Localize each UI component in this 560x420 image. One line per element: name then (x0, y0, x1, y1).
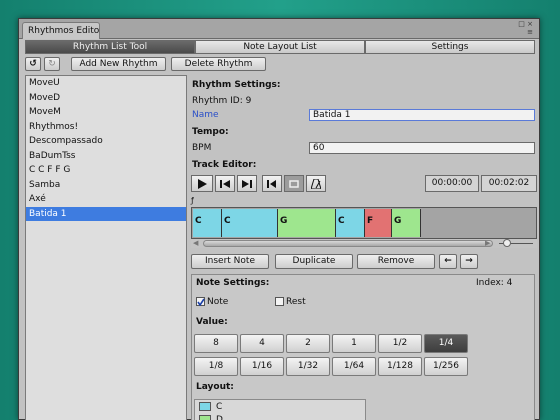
color-swatch (199, 402, 211, 411)
tab-rhythm-list-tool[interactable]: Rhythm List Tool (25, 40, 195, 54)
redo-button[interactable]: ↻ (44, 57, 60, 71)
rhythmos-editor-window: Rhythmos Edito □ × ≡ Rhythm List Tool Not… (18, 18, 540, 420)
timeline-note[interactable]: G (392, 209, 421, 237)
window-controls-icon[interactable]: □ × ≡ (518, 20, 533, 36)
checkmark-icon (197, 298, 205, 306)
step-back-button[interactable] (262, 175, 282, 192)
value-button[interactable]: 4 (240, 334, 284, 353)
name-input[interactable]: Batida 1 (309, 109, 535, 121)
rhythm-settings-heading: Rhythm Settings: (192, 80, 281, 90)
layout-heading: Layout: (196, 382, 234, 392)
loop-icon (289, 180, 299, 188)
metronome-button[interactable] (306, 175, 326, 192)
rhythm-list-item[interactable]: C C F F G (26, 163, 186, 178)
layout-item-label: D (216, 415, 223, 420)
note-checkbox[interactable] (196, 297, 205, 306)
note-index: Index: 4 (476, 278, 513, 288)
remove-button[interactable]: Remove (357, 254, 435, 269)
value-button[interactable]: 1/4 (424, 334, 468, 353)
undo-button[interactable]: ↺ (25, 57, 41, 71)
redo-icon: ↻ (48, 59, 56, 69)
track-editor-heading: Track Editor: (192, 160, 257, 170)
play-button[interactable] (191, 175, 213, 192)
zoom-slider-handle[interactable] (503, 239, 511, 247)
skip-back-button[interactable] (215, 175, 235, 192)
value-button[interactable]: 1/8 (194, 357, 238, 376)
note-settings-heading: Note Settings: (196, 278, 270, 288)
rest-checkbox[interactable] (275, 297, 284, 306)
rhythm-list-item[interactable]: Batida 1 (26, 206, 186, 221)
skip-back-icon (220, 180, 230, 188)
value-button[interactable]: 1/128 (378, 357, 422, 376)
tab-settings[interactable]: Settings (365, 40, 535, 54)
timeline-note[interactable]: C (336, 209, 365, 237)
value-button[interactable]: 2 (286, 334, 330, 353)
rhythm-list-item[interactable]: MoveM (26, 105, 186, 120)
timeline-note[interactable]: C (193, 209, 222, 237)
tab-note-layout-list[interactable]: Note Layout List (195, 40, 365, 54)
add-new-rhythm-button[interactable]: Add New Rhythm (71, 57, 166, 71)
rhythm-id-label: Rhythm ID: 9 (192, 96, 252, 106)
value-button[interactable]: 1/32 (286, 357, 330, 376)
delete-rhythm-button[interactable]: Delete Rhythm (171, 57, 266, 71)
value-button[interactable]: 8 (194, 334, 238, 353)
rhythm-list-item[interactable]: Descompassado (26, 134, 186, 149)
rhythm-list-item[interactable]: BaDumTss (26, 149, 186, 164)
rest-checkbox-label: Rest (286, 297, 306, 307)
layout-list: CD (194, 399, 366, 420)
arrow-left-icon: ← (444, 256, 452, 266)
layout-item-label: C (216, 402, 223, 412)
name-label: Name (192, 110, 219, 120)
duplicate-button[interactable]: Duplicate (275, 254, 353, 269)
rhythm-list-item[interactable]: MoveD (26, 91, 186, 106)
rhythm-list-item[interactable]: Axé (26, 192, 186, 207)
skip-forward-button[interactable] (237, 175, 257, 192)
step-back-icon (267, 180, 276, 188)
move-left-button[interactable]: ← (439, 254, 457, 269)
undo-icon: ↺ (29, 59, 37, 69)
value-heading: Value: (196, 317, 228, 327)
note-settings-panel: Note Settings: Index: 4 Note Rest Value:… (191, 274, 535, 420)
bpm-input[interactable]: 60 (309, 142, 535, 154)
color-swatch (199, 415, 211, 420)
track-timeline[interactable]: CCGCFG (191, 207, 537, 239)
layout-item[interactable]: D (195, 413, 365, 420)
layout-item[interactable]: C (195, 400, 365, 413)
value-button[interactable]: 1/256 (424, 357, 468, 376)
timeline-note[interactable]: G (278, 209, 336, 237)
insert-note-button[interactable]: Insert Note (191, 254, 269, 269)
scroll-left-icon[interactable]: ◀ (193, 239, 198, 247)
timeline-note[interactable]: C (222, 209, 278, 237)
play-icon (198, 179, 207, 189)
window-titlebar: Rhythmos Edito □ × ≡ (19, 19, 539, 39)
scroll-right-icon[interactable]: ▶ (485, 239, 490, 247)
value-button[interactable]: 1/16 (240, 357, 284, 376)
loop-button[interactable] (284, 175, 304, 192)
move-right-button[interactable]: → (460, 254, 478, 269)
arrow-right-icon: → (465, 256, 473, 266)
note-checkbox-label: Note (207, 297, 229, 307)
rhythm-list: MoveU MoveD MoveM Rhythmos! Descompassado BaD… (25, 75, 187, 420)
tool-tabs: Rhythm List Tool Note Layout List Settin… (25, 40, 535, 54)
rhythm-list-item[interactable]: MoveU (26, 76, 186, 91)
value-button[interactable]: 1 (332, 334, 376, 353)
bpm-label: BPM (192, 143, 212, 153)
rhythm-list-item[interactable]: Rhythmos! (26, 120, 186, 135)
time-end: 00:02:02 (481, 175, 537, 192)
scroll-thumb[interactable] (203, 240, 493, 247)
timeline-note[interactable]: F (365, 209, 392, 237)
value-button[interactable]: 1/2 (378, 334, 422, 353)
timeline-scrollbar[interactable]: ◀ ▶ (191, 239, 537, 248)
metronome-icon (311, 179, 321, 189)
playhead-marker-icon[interactable]: ƒ (191, 196, 194, 205)
window-tab[interactable]: Rhythmos Edito (22, 22, 100, 39)
rhythm-list-item[interactable]: Samba (26, 178, 186, 193)
time-start: 00:00:00 (425, 175, 479, 192)
tempo-heading: Tempo: (192, 127, 229, 137)
skip-forward-icon (242, 180, 252, 188)
value-button[interactable]: 1/64 (332, 357, 376, 376)
